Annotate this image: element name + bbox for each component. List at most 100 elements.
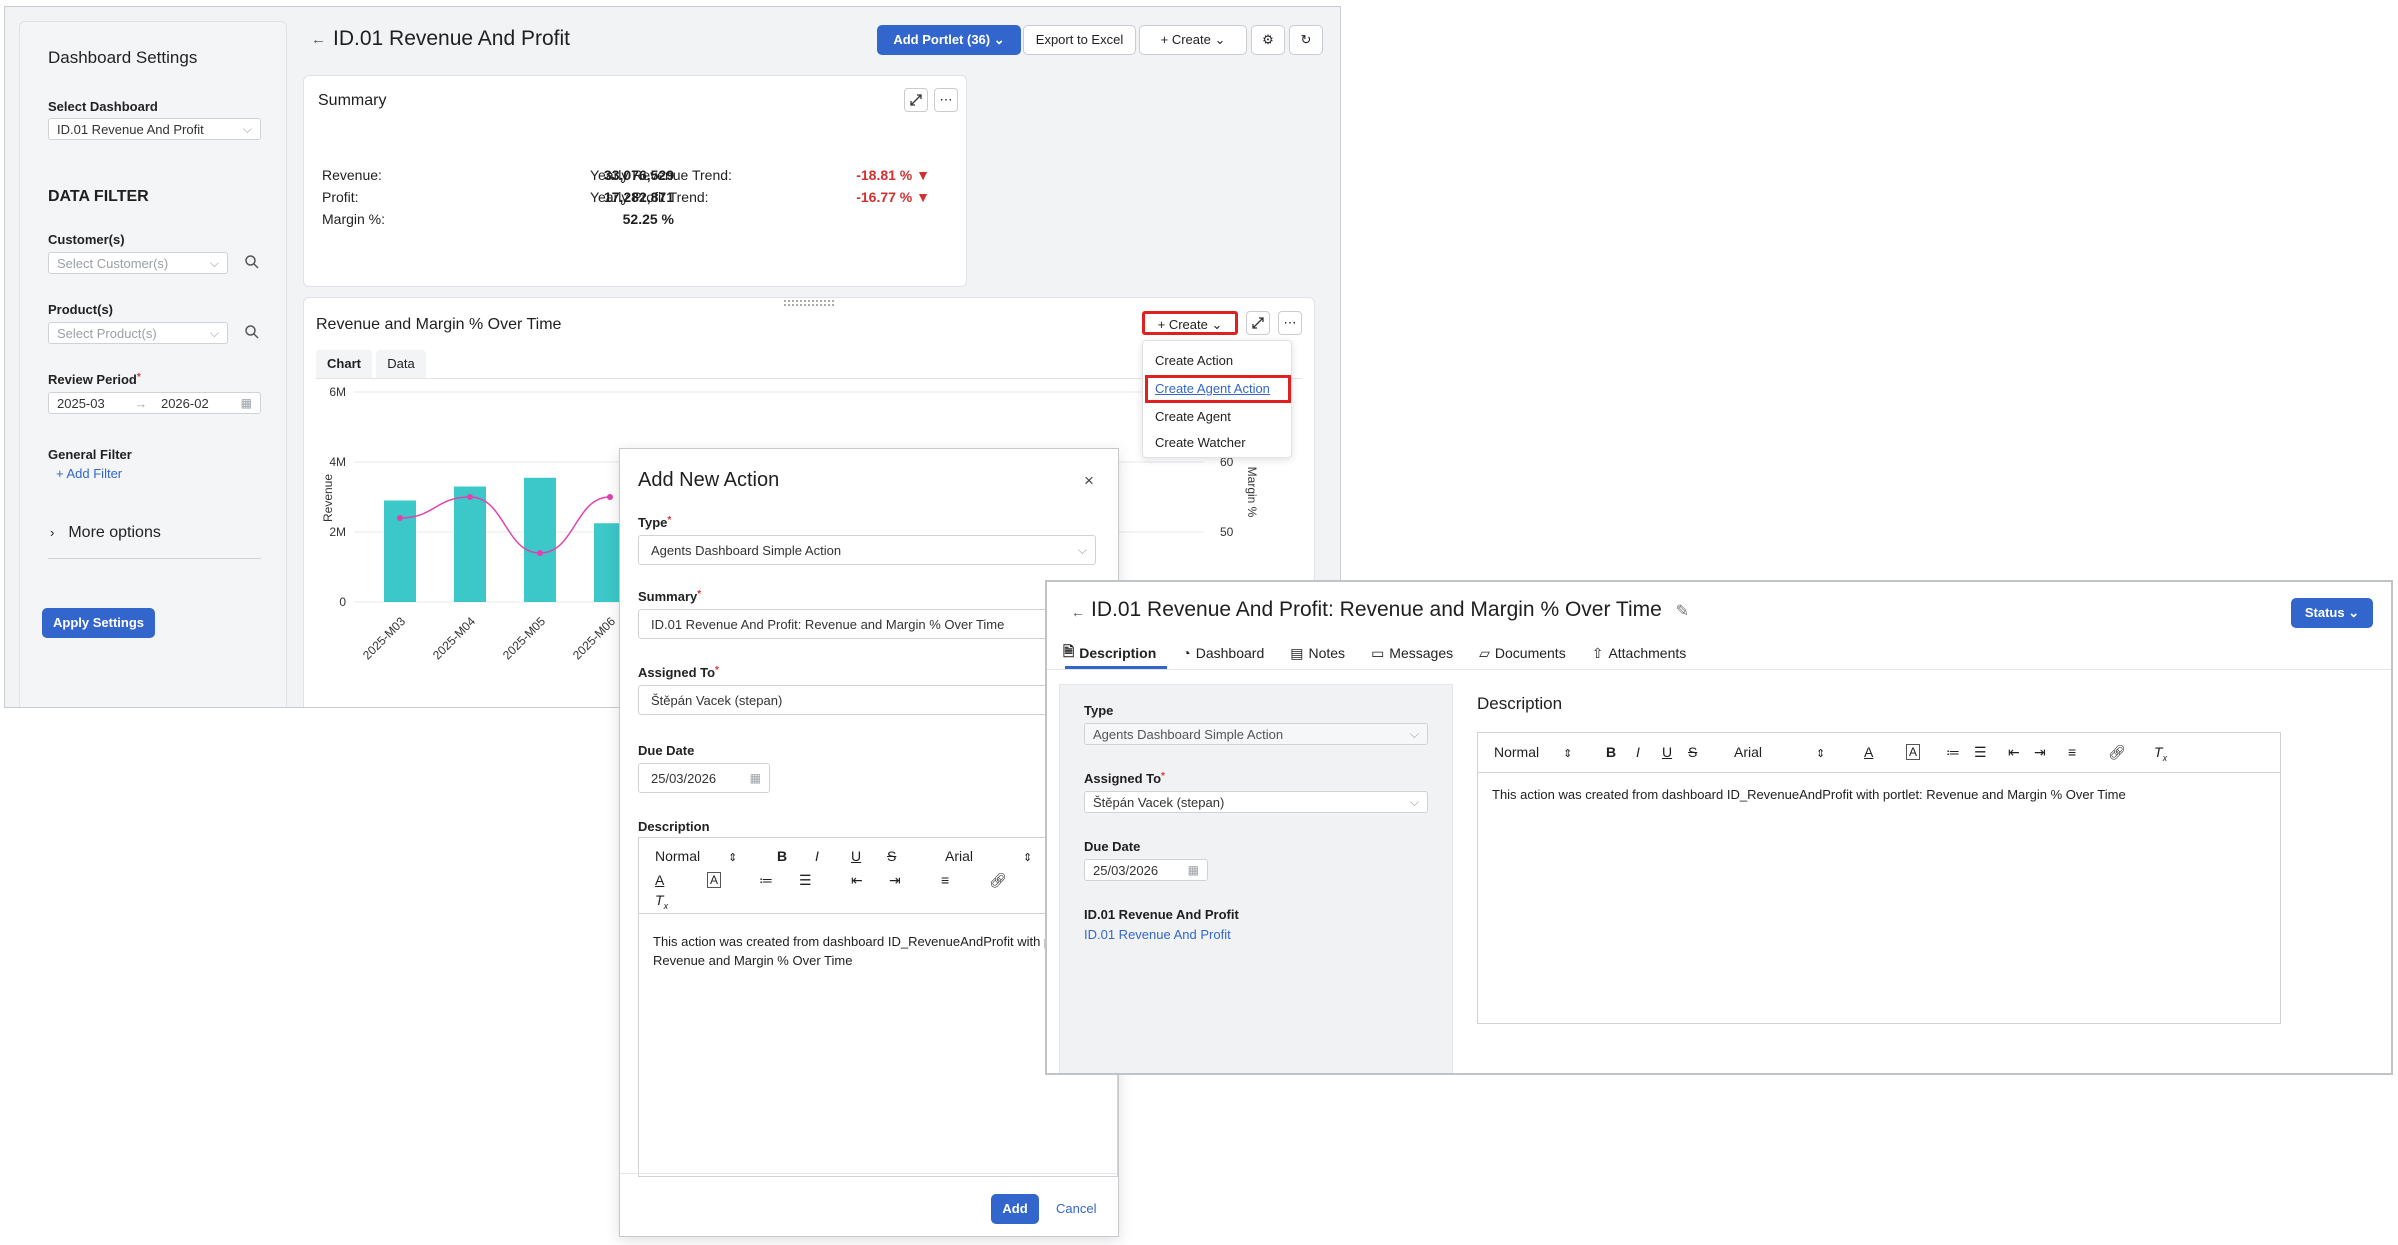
settings-gear-button[interactable]: ⚙ (1251, 25, 1285, 55)
menu-item-create-watcher[interactable]: Create Watcher (1155, 435, 1246, 450)
style-select[interactable]: Normal ⇕ (1494, 744, 1572, 760)
back-arrow-icon[interactable]: ← (1071, 604, 1085, 620)
tab-description[interactable]: 🗎︎ Description (1063, 642, 1156, 664)
x-tick-label: 2025-M06 (570, 614, 618, 662)
add-portlet-button[interactable]: Add Portlet (36) ⌄ (877, 25, 1021, 55)
chevron-down-icon: ⌄ (1214, 32, 1226, 47)
clear-format-icon[interactable]: Tx (2154, 744, 2167, 763)
tab-description-label: Description (1079, 645, 1157, 661)
back-arrow-icon[interactable]: ← (311, 31, 326, 48)
due-date-input[interactable]: 25/03/2026 ▦ (638, 763, 770, 793)
review-period-range[interactable]: 2025-03 → 2026-02 ▦ (48, 392, 261, 414)
clear-format-icon[interactable]: Tx (655, 892, 668, 911)
profit-trend-value: -16.77 % (856, 189, 913, 205)
link-icon[interactable]: 🔗︎ (989, 872, 1007, 889)
status-button[interactable]: Status ⌄ (2291, 598, 2373, 628)
link-icon[interactable]: 🔗︎ (2108, 744, 2126, 761)
strikethrough-icon[interactable]: S (887, 848, 896, 864)
assigned-to-select[interactable]: Štěpán Vacek (stepan) ⌵ (1084, 791, 1428, 813)
select-dashboard-dropdown[interactable]: ID.01 Revenue And Profit ⌵ (48, 118, 261, 140)
expand-icon[interactable] (904, 88, 928, 112)
dashboard-settings-sidebar: Dashboard Settings Select Dashboard ID.0… (19, 21, 287, 707)
add-button[interactable]: Add (991, 1194, 1039, 1224)
add-portlet-label: Add Portlet (36) (893, 32, 991, 47)
indent-icon[interactable]: ⇥ (2034, 744, 2046, 761)
bullet-list-icon[interactable]: ☰ (799, 872, 812, 889)
tab-messages[interactable]: ▭ Messages (1371, 642, 1453, 664)
bold-icon[interactable]: B (1606, 744, 1616, 760)
edit-pencil-icon[interactable]: ✎ (1676, 603, 1689, 620)
italic-icon[interactable]: I (1636, 744, 1640, 760)
dashboard-link[interactable]: ID.01 Revenue And Profit (1084, 927, 1231, 942)
due-date-input[interactable]: 25/03/2026 ▦ (1084, 859, 1208, 881)
products-search-icon[interactable] (244, 324, 260, 345)
add-filter-link[interactable]: + Add Filter (56, 466, 122, 481)
customers-label: Customer(s) (48, 232, 125, 247)
italic-icon[interactable]: I (815, 848, 819, 864)
description-editor: Normal ⇕ B I U S Arial ⇕ A A ≔ ☰ ⇤ ⇥ ≡ 🔗︎ … (1477, 732, 2281, 1024)
underline-icon[interactable]: U (1662, 744, 1672, 760)
calendar-icon: ▦ (1187, 863, 1199, 877)
underline-icon[interactable]: U (851, 848, 861, 864)
close-icon[interactable]: × (1084, 471, 1094, 491)
gauge-icon: ◔ (1182, 645, 1191, 661)
cancel-button[interactable]: Cancel (1056, 1201, 1096, 1216)
description-textarea[interactable]: This action was created from dashboard I… (653, 932, 1105, 970)
tab-documents[interactable]: ▱ Documents (1479, 642, 1566, 664)
due-date-value: 25/03/2026 (1093, 863, 1159, 878)
customers-search-icon[interactable] (244, 254, 260, 275)
create-button[interactable]: + Create ⌄ (1139, 25, 1247, 55)
highlight-color-icon[interactable]: A (1906, 744, 1921, 760)
summary-label: Summary* (638, 589, 701, 604)
updown-icon: ⇕ (1023, 852, 1033, 864)
bullet-list-icon[interactable]: ☰ (1974, 744, 1987, 761)
revenue-label: Revenue: (322, 167, 382, 183)
chevron-down-icon: ⌵ (1409, 795, 1419, 809)
more-options-toggle[interactable]: › More options (50, 524, 161, 542)
indent-icon[interactable]: ⇥ (889, 872, 901, 889)
revenue-trend-value: -18.81 % (856, 167, 913, 183)
triangle-down-icon: ▼ (916, 189, 930, 205)
tab-chart[interactable]: Chart (316, 350, 372, 378)
type-value: Agents Dashboard Simple Action (651, 543, 842, 558)
more-options-icon[interactable]: ⋯ (934, 88, 958, 112)
tab-notes[interactable]: ▤ Notes (1290, 642, 1345, 664)
more-options-icon[interactable]: ⋯ (1278, 311, 1302, 335)
tab-attachments[interactable]: ⇧ Attachments (1592, 642, 1687, 664)
ordered-list-icon[interactable]: ≔ (1946, 744, 1960, 761)
text-color-icon[interactable]: A (1864, 744, 1873, 760)
ordered-list-icon[interactable]: ≔ (759, 872, 773, 889)
style-select[interactable]: Normal ⇕ (655, 848, 737, 864)
type-select[interactable]: Agents Dashboard Simple Action ⌵ (638, 535, 1096, 565)
description-label: Description (638, 819, 710, 834)
align-icon[interactable]: ≡ (2068, 744, 2076, 760)
highlight-color-icon[interactable]: A (707, 872, 722, 888)
products-select[interactable]: Select Product(s) ⌵ (48, 322, 228, 344)
text-color-icon[interactable]: A (655, 872, 664, 888)
chart-portlet-title: Revenue and Margin % Over Time (316, 316, 562, 333)
menu-item-create-agent[interactable]: Create Agent (1155, 409, 1231, 424)
tab-documents-label: Documents (1494, 645, 1566, 661)
type-select[interactable]: Agents Dashboard Simple Action ⌵ (1084, 723, 1428, 745)
strikethrough-icon[interactable]: S (1688, 744, 1697, 760)
drag-handle[interactable] (784, 300, 834, 306)
outdent-icon[interactable]: ⇤ (2008, 744, 2020, 761)
menu-item-create-agent-action[interactable]: Create Agent Action (1155, 381, 1270, 396)
tab-data[interactable]: Data (376, 350, 426, 378)
bold-icon[interactable]: B (777, 848, 787, 864)
font-select[interactable]: Arial ⇕ (1734, 744, 1825, 760)
x-tick-label: 2025-M03 (360, 614, 408, 662)
description-text[interactable]: This action was created from dashboard I… (1492, 787, 2272, 802)
customers-select[interactable]: Select Customer(s) ⌵ (48, 252, 228, 274)
apply-settings-button[interactable]: Apply Settings (42, 608, 155, 638)
export-to-excel-button[interactable]: Export to Excel (1023, 25, 1136, 55)
expand-icon[interactable] (1246, 311, 1270, 335)
menu-item-create-action[interactable]: Create Action (1155, 353, 1233, 368)
font-select[interactable]: Arial ⇕ (945, 848, 1032, 864)
type-label-text: Type (638, 515, 668, 530)
tab-dashboard[interactable]: ◔ Dashboard (1182, 642, 1264, 664)
outdent-icon[interactable]: ⇤ (851, 872, 863, 889)
refresh-button[interactable]: ↻ (1289, 25, 1323, 55)
align-icon[interactable]: ≡ (941, 872, 949, 888)
portlet-create-button[interactable]: + Create ⌄ (1142, 311, 1238, 335)
